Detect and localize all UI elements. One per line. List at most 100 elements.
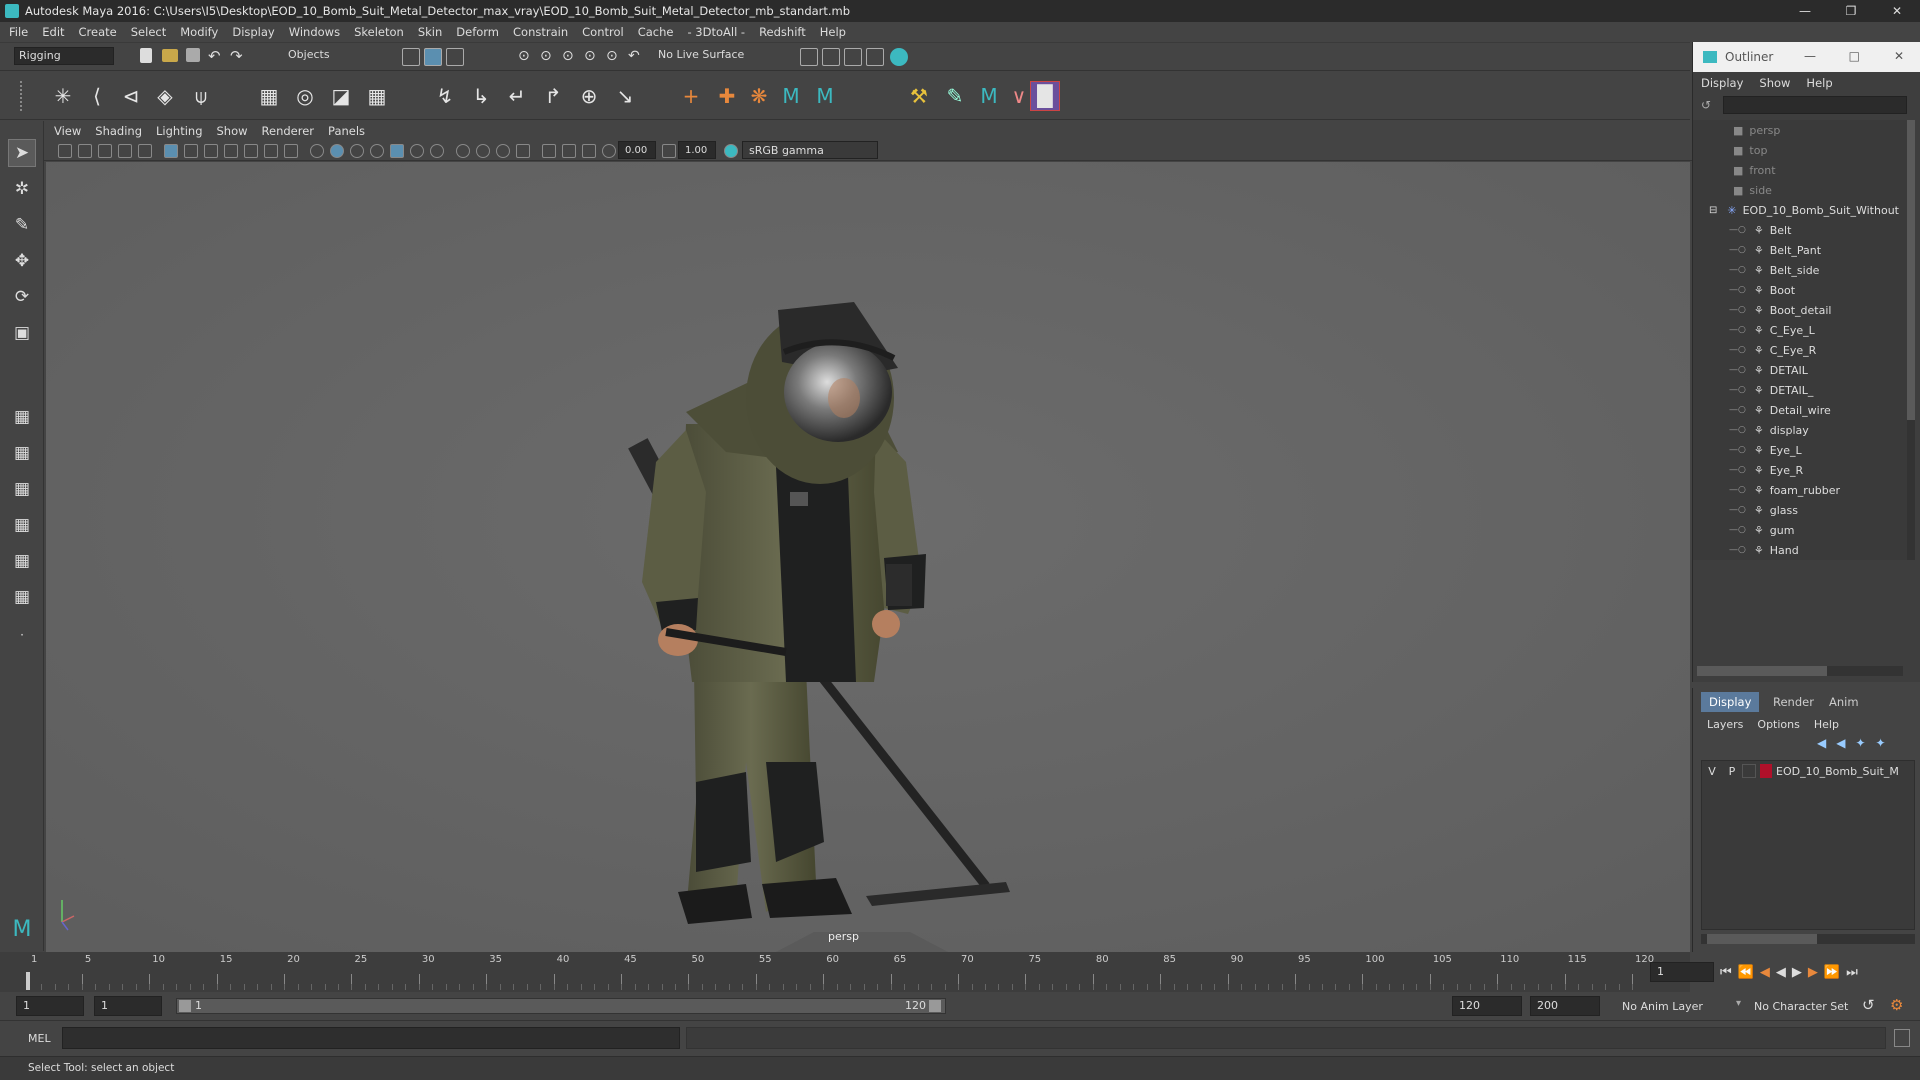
hik-character-icon[interactable]: M — [810, 81, 840, 111]
menu-3dtoall[interactable]: - 3DtoAll - — [687, 25, 745, 39]
layer-row[interactable]: V P EOD_10_Bomb_Suit_M — [1702, 761, 1916, 781]
menu-display[interactable]: Display — [232, 25, 274, 39]
gamma-icon[interactable] — [662, 144, 676, 158]
sculpt-icon[interactable]: ⊕ — [574, 81, 604, 111]
orient-joint-icon[interactable]: ⍦ — [186, 81, 216, 111]
outliner-node[interactable]: —○ ⚘ Belt_Pant — [1729, 240, 1907, 260]
anim-preferences-icon[interactable]: ⚙ — [1890, 996, 1903, 1014]
anim-layer-arrow-icon[interactable]: ▾ — [1736, 998, 1741, 1009]
outliner-layout-icon[interactable]: ▦ — [8, 583, 36, 611]
menu-skeleton[interactable]: Skeleton — [354, 25, 404, 39]
field-chart-icon[interactable] — [244, 144, 258, 158]
shelf-options-icon[interactable] — [20, 81, 32, 111]
wire-icon[interactable]: ↱ — [538, 81, 568, 111]
render-settings-icon[interactable] — [800, 48, 818, 66]
ambient-occlusion-icon[interactable] — [430, 144, 444, 158]
single-perspective-layout-icon[interactable]: ▦ — [8, 403, 36, 431]
paint-select-icon[interactable]: ✎ — [8, 211, 36, 239]
menu-modify[interactable]: Modify — [180, 25, 218, 39]
close-icon[interactable]: ✕ — [1874, 0, 1920, 22]
smooth-bind-icon[interactable]: ◪ — [326, 81, 356, 111]
live-surface-field[interactable]: No Live Surface — [654, 47, 754, 65]
bookmark-icon[interactable] — [98, 144, 112, 158]
exposure-icon[interactable] — [602, 144, 616, 158]
menu-skin[interactable]: Skin — [418, 25, 442, 39]
menu-select[interactable]: Select — [131, 25, 166, 39]
cluster-icon[interactable]: ↯ — [430, 81, 460, 111]
range-start-handle[interactable] — [179, 1000, 191, 1012]
motion-blur-icon[interactable] — [456, 144, 470, 158]
paint-skin-icon[interactable]: ✎ — [940, 81, 970, 111]
anim-layer-dropdown[interactable]: No Anim Layer — [1622, 1000, 1703, 1013]
outliner-search-input[interactable] — [1723, 96, 1907, 114]
menu-constrain[interactable]: Constrain — [513, 25, 568, 39]
snap-grid-icon[interactable]: ⊙ — [518, 48, 536, 66]
outliner-menu-display[interactable]: Display — [1701, 76, 1743, 90]
outliner-node[interactable]: —○ ⚘ glass — [1729, 500, 1907, 520]
outliner-menu-help[interactable]: Help — [1806, 76, 1832, 90]
outliner-node[interactable]: —○ ⚘ Eye_L — [1729, 440, 1907, 460]
outliner-node[interactable]: —○ ⚘ foam_rubber — [1729, 480, 1907, 500]
outliner-node[interactable]: —○ ⚘ C_Eye_L — [1729, 320, 1907, 340]
hypershade-icon[interactable] — [890, 48, 908, 66]
outliner-camera-top[interactable]: ■ top — [1733, 140, 1907, 160]
rotate-tool-icon[interactable]: ⟳ — [8, 283, 36, 311]
anti-aliasing-icon[interactable] — [476, 144, 490, 158]
playback-start-field[interactable]: 1 — [94, 996, 162, 1016]
parent-constraint-icon[interactable]: ✚ — [712, 81, 742, 111]
maximize-icon[interactable]: ❐ — [1828, 0, 1874, 22]
outliner-node[interactable]: —○ ⚘ DETAIL_ — [1729, 380, 1907, 400]
playback-end-field[interactable]: 120 — [1452, 996, 1522, 1016]
select-component-icon[interactable] — [446, 48, 464, 66]
outliner-root-node[interactable]: ⊟ ✳ EOD_10_Bomb_Suit_Without — [1709, 200, 1907, 220]
layer-menu-options[interactable]: Options — [1757, 718, 1799, 731]
scale-tool-icon[interactable]: ▣ — [8, 319, 36, 347]
persp-hypershade-layout-icon[interactable]: ▦ — [8, 547, 36, 575]
safe-title-icon[interactable] — [284, 144, 298, 158]
outliner-close-icon[interactable]: ✕ — [1894, 49, 1904, 63]
go-to-start-icon[interactable]: ⏮ — [1720, 965, 1732, 980]
layer-display-type[interactable] — [1742, 764, 1756, 778]
step-back-key-icon[interactable]: ◀ — [1760, 965, 1770, 980]
film-gate-icon[interactable] — [184, 144, 198, 158]
snap-view-icon[interactable]: ⊙ — [584, 48, 602, 66]
wireframe-on-shaded-icon[interactable] — [350, 144, 364, 158]
render-view-icon[interactable] — [866, 48, 884, 66]
resolution-gate-icon[interactable] — [204, 144, 218, 158]
layer-menu-layers[interactable]: Layers — [1707, 718, 1743, 731]
outliner-maximize-icon[interactable]: □ — [1849, 49, 1860, 63]
mirror-joint-icon[interactable]: ◈ — [150, 81, 180, 111]
persp-graph-layout-icon[interactable]: ▦ — [8, 511, 36, 539]
step-forward-key-icon[interactable]: ▶ — [1808, 965, 1818, 980]
character-set-dropdown[interactable]: No Character Set — [1754, 1000, 1848, 1013]
joint-tool-icon[interactable]: ✳ — [48, 81, 78, 111]
time-slider[interactable]: 1 5 10 15 20 25 30 35 40 45 50 55 60 65 70 75 80 85 90 95 10… — [0, 952, 1714, 992]
select-tool-icon[interactable]: ➤ — [8, 139, 36, 167]
menu-set-dropdown[interactable]: Rigging — [14, 47, 114, 65]
move-layer-down-icon[interactable]: ◀ — [1836, 736, 1845, 750]
layer-menu-help[interactable]: Help — [1814, 718, 1839, 731]
step-forward-frame-icon[interactable]: ⏩ — [1824, 965, 1840, 980]
perspective-viewport[interactable]: persp — [46, 162, 1690, 952]
depth-of-field-icon[interactable] — [496, 144, 510, 158]
play-forwards-icon[interactable]: ▶ — [1792, 965, 1802, 980]
hik-icon[interactable]: M — [776, 81, 806, 111]
range-slider[interactable]: 1 120 — [176, 998, 946, 1014]
xray-icon[interactable] — [542, 144, 556, 158]
outliner-node[interactable]: —○ ⚘ Hand — [1729, 540, 1907, 560]
current-frame-field[interactable]: 1 — [1650, 962, 1714, 982]
menu-cache[interactable]: Cache — [638, 25, 674, 39]
outliner-node[interactable]: —○ ⚘ gum — [1729, 520, 1907, 540]
color-management-icon[interactable] — [724, 144, 738, 158]
select-hierarchy-icon[interactable] — [402, 48, 420, 66]
outliner-hscrollbar[interactable] — [1697, 666, 1903, 676]
four-view-layout-icon[interactable]: ▦ — [8, 439, 36, 467]
menu-windows[interactable]: Windows — [289, 25, 340, 39]
outliner-node[interactable]: —○ ⚘ Detail_wire — [1729, 400, 1907, 420]
go-to-end-icon[interactable]: ⏭ — [1846, 965, 1858, 980]
lasso-tool-icon[interactable]: ✲ — [8, 175, 36, 203]
outliner-node[interactable]: —○ ⚘ Eye_R — [1729, 460, 1907, 480]
snap-point-icon[interactable]: ⊙ — [562, 48, 580, 66]
ik-spline-icon[interactable]: ⊲ — [116, 81, 146, 111]
layer-tab-display[interactable]: Display — [1701, 692, 1760, 712]
